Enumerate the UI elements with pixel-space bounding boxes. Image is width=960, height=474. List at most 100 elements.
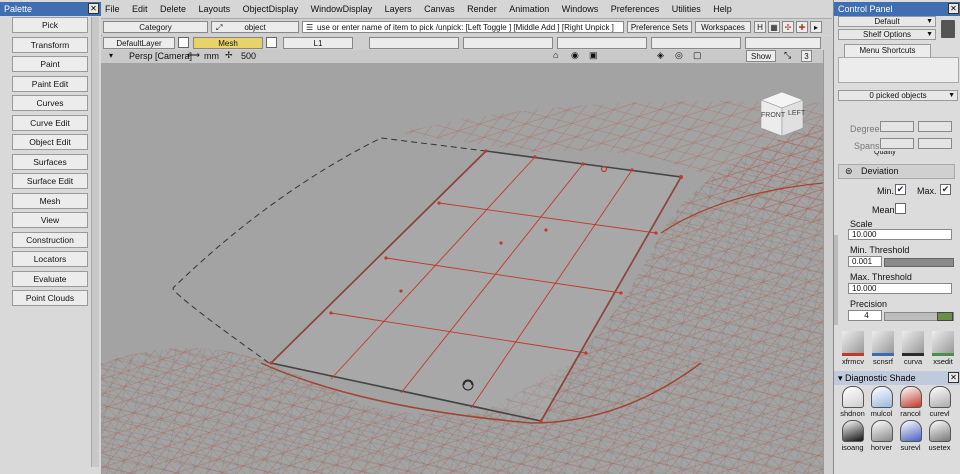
grid-icon[interactable]: ▦ [768,21,780,33]
precision-input[interactable]: 4 [848,310,882,321]
diagnostic-tool[interactable]: shdnon [840,386,865,418]
diagnostic-tool[interactable]: curevl [927,386,952,418]
spans-field-2[interactable] [918,138,952,149]
layer-slot[interactable] [369,37,459,49]
mean-checkbox[interactable] [895,203,906,214]
control-panel-scrollbar[interactable] [834,235,838,325]
menu-item[interactable]: Help [713,4,732,14]
palette-button[interactable]: Curves [12,95,88,111]
menu-item[interactable]: Layouts [199,4,231,14]
menu-item[interactable]: ObjectDisplay [243,4,299,14]
spans-field[interactable] [880,138,914,149]
trash-icon[interactable] [941,20,955,38]
layer-slot[interactable] [463,37,553,49]
menu-item[interactable]: Animation [509,4,549,14]
expand-icon[interactable]: ⤡ [784,50,791,61]
diagnostic-tool[interactable]: isoang [840,420,865,452]
menu-shortcuts-area[interactable] [838,57,959,83]
collapse-icon[interactable]: ▾ [838,373,845,383]
default-layer-button[interactable]: DefaultLayer [103,37,175,49]
diagnostic-tool[interactable]: rancol [898,386,923,418]
deviation-header[interactable]: ⊜ Deviation [838,164,955,179]
precision-slider[interactable] [884,312,954,321]
pick-name-input[interactable]: ☰ use or enter name of item to pick /unp… [302,21,624,33]
camera-label[interactable]: Persp [Camera] [129,51,192,61]
diagnostic-tool[interactable]: surevl [898,420,923,452]
camera-icon[interactable]: ⌂ [553,50,558,60]
workspaces-button[interactable]: Workspaces [695,21,751,33]
shelf-tool[interactable]: xfrmcv [840,331,866,366]
diagnostic-tool[interactable]: horver [869,420,894,452]
menu-item[interactable]: Edit [132,4,148,14]
mesh-layer-checkbox[interactable] [266,37,277,48]
palette-button[interactable]: Point Clouds [12,290,88,306]
menu-item[interactable]: Preferences [611,4,660,14]
palette-button[interactable]: Paint Edit [12,75,88,92]
viewport-scrollbar[interactable] [823,50,833,474]
degree-field[interactable] [880,121,914,132]
view-cube[interactable]: FRONT LEFT [757,90,807,138]
picked-objects-dropdown[interactable]: 0 picked objects ▼ [838,90,958,101]
menu-item[interactable]: Windows [562,4,599,14]
shelf-options-dropdown[interactable]: Shelf Options ▼ [838,29,936,40]
viewport-menu-icon[interactable]: ▾ [109,51,113,60]
menu-item[interactable]: Layers [385,4,412,14]
max-checkbox[interactable]: ✔ [940,184,951,195]
palette-button[interactable]: Curve Edit [12,114,88,131]
menu-item[interactable]: File [105,4,120,14]
scale-input[interactable]: 10.000 [848,229,952,240]
3d-viewport[interactable]: FRONT LEFT [101,63,823,474]
shade-icon[interactable]: ◎ [675,50,683,61]
shelf-tool[interactable]: scnsrf [870,331,896,366]
l1-layer-button[interactable]: L1 [283,37,353,49]
palette-button[interactable]: Paint [12,56,88,72]
layer-slot[interactable] [651,37,741,49]
pin-icon[interactable]: ✚ [796,21,808,33]
min-checkbox[interactable]: ✔ [895,184,906,195]
palette-scrollbar[interactable] [91,17,99,467]
close-icon[interactable]: ✕ [948,372,959,383]
menu-item[interactable]: Delete [160,4,186,14]
menu-item[interactable]: Canvas [424,4,455,14]
close-icon[interactable]: ✕ [948,3,959,14]
palette-button[interactable]: Surface Edit [12,173,88,189]
menu-shortcuts-tab[interactable]: Menu Shortcuts [844,44,931,58]
palette-button[interactable]: Locators [12,251,88,267]
diagnostic-tool[interactable]: usetex [927,420,952,452]
diagnostic-tool[interactable]: mulcol [869,386,894,418]
wireframe-icon[interactable]: ◈ [657,50,664,61]
layer-slot[interactable] [745,37,821,49]
palette-button[interactable]: Object Edit [12,134,88,150]
close-icon[interactable]: ✕ [88,3,99,14]
palette-button[interactable]: Construction [12,231,88,248]
palette-button[interactable]: View [12,212,88,228]
show-button[interactable]: Show [746,50,776,62]
max-threshold-input[interactable]: 10.000 [848,283,952,294]
home-icon[interactable]: H [754,21,766,33]
object-field[interactable]: ⤢ object [211,21,299,33]
degree-field-2[interactable] [918,121,952,132]
menu-item[interactable]: WindowDisplay [311,4,373,14]
palette-button[interactable]: Mesh [12,192,88,209]
preference-sets-button[interactable]: Preference Sets [627,21,692,33]
category-dropdown[interactable]: Category [103,21,208,33]
snap-icon[interactable]: ✣ [782,21,794,33]
menu-item[interactable]: Render [467,4,497,14]
menu-item[interactable]: Utilities [672,4,701,14]
palette-button[interactable]: Evaluate [12,270,88,287]
eye-icon[interactable]: ◉ [571,50,579,61]
palette-button[interactable]: Pick [12,17,88,33]
palette-button[interactable]: Surfaces [12,153,88,170]
default-dropdown[interactable]: Default ▼ [838,16,936,27]
mesh-layer-button[interactable]: Mesh [193,37,263,49]
chevron-right-icon[interactable]: ▸ [810,21,822,33]
shelf-tool[interactable]: curva [900,331,926,366]
quality-label[interactable]: Quality [874,151,896,157]
shelf-tool[interactable]: xsedit [930,331,956,366]
min-threshold-input[interactable]: 0.001 [848,256,882,267]
lock-icon[interactable]: ▣ [589,50,598,61]
layer-slot[interactable] [557,37,647,49]
frame-icon[interactable]: ▢ [693,50,702,61]
palette-button[interactable]: Transform [12,36,88,53]
min-threshold-slider[interactable] [884,258,954,267]
